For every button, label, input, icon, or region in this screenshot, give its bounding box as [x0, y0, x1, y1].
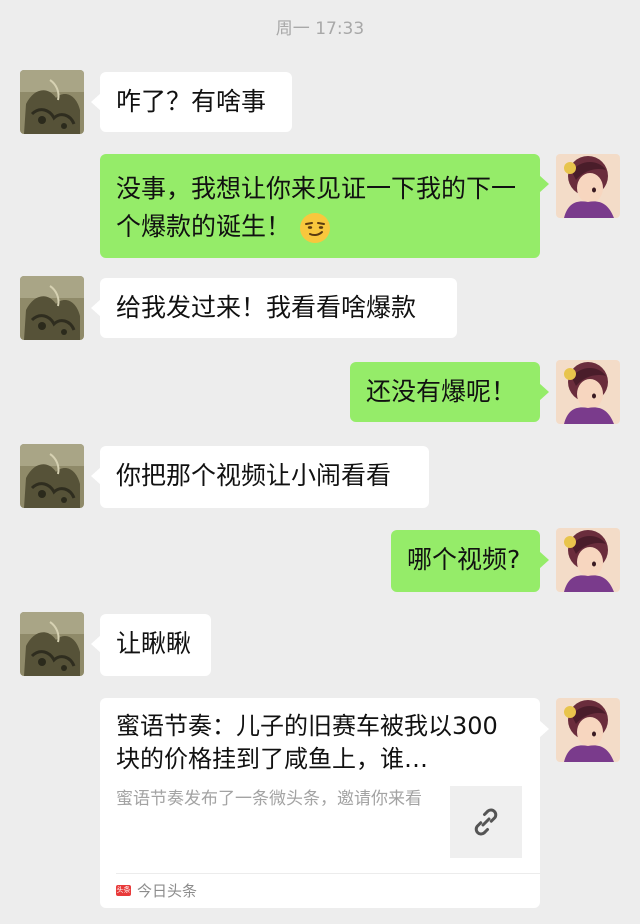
toutiao-logo-icon: 头条	[116, 884, 131, 896]
chat-timestamp: 周一 17:33	[275, 19, 365, 39]
outgoing-message[interactable]: 哪个视频?	[391, 530, 549, 592]
message-text: 还没有爆呢！	[366, 377, 517, 406]
incoming-message[interactable]: 给我发过来！我看看啥爆款	[91, 278, 457, 338]
message-text: 你把那个视频让小闹看看	[116, 461, 392, 490]
card-source-name: 今日头条	[137, 881, 198, 900]
message-text: 给我发过来！我看看啥爆款	[116, 293, 417, 322]
friend-avatar[interactable]	[20, 612, 84, 676]
message-text: 哪个视频?	[407, 545, 521, 574]
smirk-emoji-icon	[299, 213, 330, 243]
friend-avatar[interactable]	[20, 444, 84, 508]
outgoing-message[interactable]: 没事，我想让你来见证一下我的下一个爆款的诞生！	[100, 154, 549, 258]
link-icon	[474, 808, 498, 836]
card-thumbnail	[450, 786, 522, 858]
incoming-message[interactable]: 咋了？有啥事	[91, 72, 292, 132]
outgoing-message[interactable]: 还没有爆呢！	[350, 362, 549, 422]
my-avatar[interactable]	[556, 528, 620, 592]
friend-avatar[interactable]	[20, 276, 84, 340]
card-source: 头条 今日头条	[116, 878, 197, 902]
card-description: 蜜语节奏发布了一条微头条，邀请你来看	[116, 789, 422, 809]
message-text: 咋了？有啥事	[116, 87, 267, 116]
shared-article-card[interactable]: 蜜语节奏：儿子的旧赛车被我以300块的价格挂到了咸鱼上，谁… 蜜语节奏发布了一条…	[100, 698, 549, 908]
friend-avatar[interactable]	[20, 70, 84, 134]
incoming-message[interactable]: 让瞅瞅	[91, 614, 211, 676]
message-text: 让瞅瞅	[116, 629, 192, 658]
card-divider	[116, 873, 540, 874]
incoming-message[interactable]: 你把那个视频让小闹看看	[91, 446, 429, 508]
my-avatar[interactable]	[556, 154, 620, 218]
my-avatar[interactable]	[556, 698, 620, 762]
card-title: 蜜语节奏：儿子的旧赛车被我以300块的价格挂到了咸鱼上，谁…	[116, 712, 498, 773]
my-avatar[interactable]	[556, 360, 620, 424]
